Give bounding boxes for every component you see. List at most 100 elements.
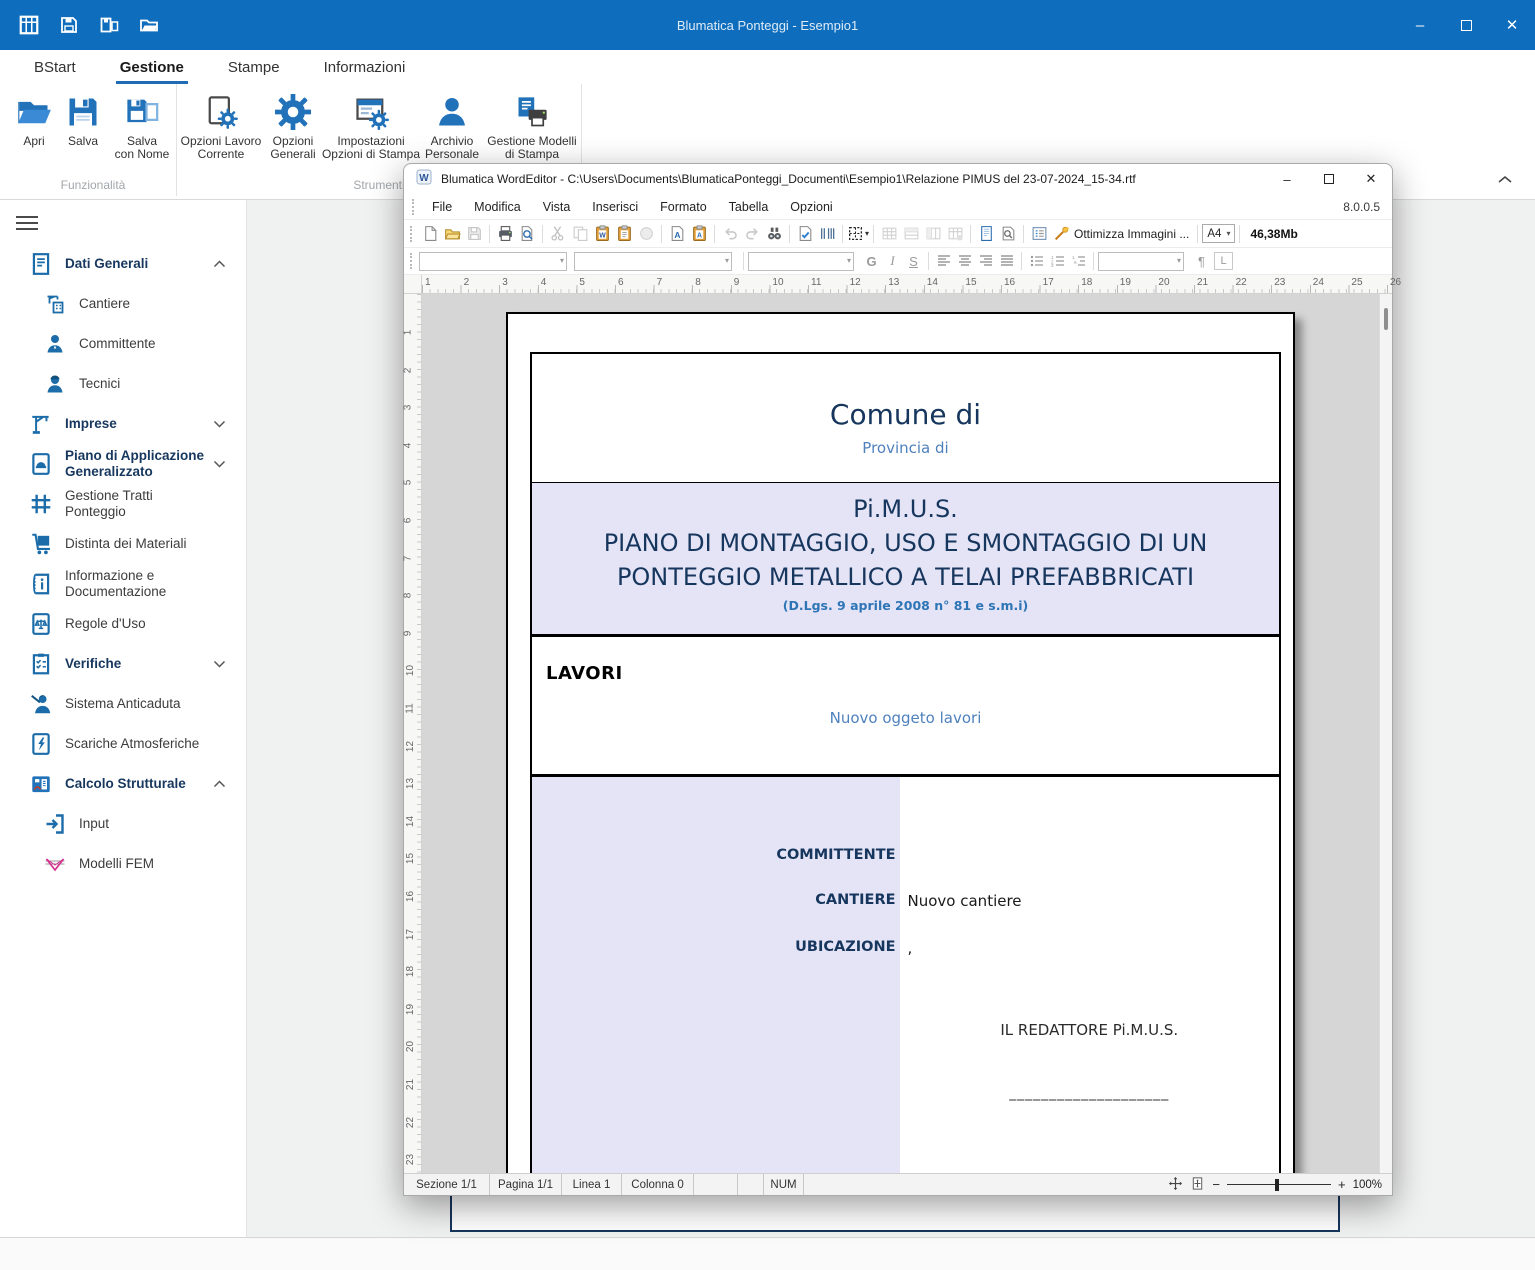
zoom-slider-thumb[interactable]: [1275, 1179, 1279, 1191]
paste-text-icon[interactable]: A: [688, 223, 710, 244]
ribbon-button-apri[interactable]: Apri: [10, 90, 58, 148]
sidebar-item-sistema-anticaduta[interactable]: Sistema Anticaduta: [0, 684, 246, 724]
tab-bstart[interactable]: BStart: [22, 50, 88, 84]
lightning-icon: [28, 732, 54, 756]
borders-icon[interactable]: ▾: [847, 223, 869, 244]
document-page[interactable]: Comune di Provincia di Pi.M.U.S. PIANO D…: [506, 312, 1295, 1173]
menu-file[interactable]: File: [421, 200, 463, 214]
bullet-list-button[interactable]: [1026, 251, 1047, 271]
svg-text:W: W: [599, 233, 606, 240]
scaffold-icon: [28, 492, 54, 516]
pilcrow-button[interactable]: ¶: [1191, 251, 1212, 271]
columns-icon[interactable]: [816, 223, 838, 244]
bold-button[interactable]: G: [861, 251, 882, 271]
ribbon-button-archivio[interactable]: ArchivioPersonale: [421, 90, 483, 161]
l-corner-button[interactable]: L: [1214, 252, 1233, 270]
menu-vista[interactable]: Vista: [532, 200, 582, 214]
ruler-number: 14: [405, 816, 416, 827]
zoom-slider[interactable]: [1227, 1179, 1331, 1191]
menu-modifica[interactable]: Modifica: [463, 200, 532, 214]
wordeditor-close-button[interactable]: ✕: [1350, 164, 1392, 194]
chevron-up-icon[interactable]: [213, 775, 226, 793]
tab-stampe[interactable]: Stampe: [216, 50, 292, 84]
spellcheck-icon[interactable]: [794, 223, 816, 244]
chevron-up-icon[interactable]: [213, 255, 226, 273]
qat-saveas-icon[interactable]: [94, 10, 124, 40]
page-new-icon[interactable]: [419, 223, 441, 244]
hamburger-menu-icon[interactable]: [16, 216, 38, 230]
close-button[interactable]: ✕: [1489, 0, 1535, 50]
wordeditor-minimize-button[interactable]: –: [1266, 164, 1308, 194]
zoom-in-button[interactable]: +: [1338, 1177, 1346, 1192]
insert-text-icon[interactable]: A: [666, 223, 688, 244]
zoom-select[interactable]: [1098, 252, 1184, 271]
sidebar-item-tecnici[interactable]: Tecnici: [0, 364, 246, 404]
chevron-down-icon[interactable]: [213, 655, 226, 673]
ribbon-button-gestione-modelli[interactable]: Gestione Modellidi Stampa: [483, 90, 581, 161]
align-right-button[interactable]: [975, 251, 996, 271]
pimus-line2: PONTEGGIO METALLICO A TELAI PREFABBRICAT…: [532, 560, 1279, 594]
font-size-select[interactable]: [748, 252, 854, 271]
pan-icon[interactable]: [1168, 1176, 1183, 1194]
menu-opzioni[interactable]: Opzioni: [779, 200, 843, 214]
ribbon-collapse-button[interactable]: [1497, 171, 1513, 189]
sidebar-item-calcolo-strutturale[interactable]: Calcolo Strutturale: [0, 764, 246, 804]
sidebar-item-input[interactable]: Input: [0, 804, 246, 844]
menu-formato[interactable]: Formato: [649, 200, 718, 214]
sidebar-item-piano-di-applicazione-generalizzato[interactable]: Piano di Applicazione Generalizzato: [0, 444, 246, 484]
menu-tabella[interactable]: Tabella: [718, 200, 780, 214]
sidebar-item-gestione-tratti-ponteggio[interactable]: Gestione Tratti Ponteggio: [0, 484, 246, 524]
italic-button[interactable]: I: [882, 251, 903, 271]
zoom-page-icon[interactable]: [997, 223, 1019, 244]
align-center-button[interactable]: [954, 251, 975, 271]
align-left-button[interactable]: [933, 251, 954, 271]
pan-page-icon[interactable]: [1190, 1176, 1205, 1194]
open-file-icon[interactable]: [441, 223, 463, 244]
scrollbar-thumb[interactable]: [1384, 308, 1388, 330]
sidebar-item-committente[interactable]: Committente: [0, 324, 246, 364]
menu-inserisci[interactable]: Inserisci: [581, 200, 649, 214]
sidebar-item-cantiere[interactable]: Cantiere: [0, 284, 246, 324]
style-select[interactable]: [419, 252, 567, 271]
tab-gestione[interactable]: Gestione: [108, 50, 196, 84]
ribbon-button-salva[interactable]: Salvacon Nome: [108, 90, 176, 161]
ribbon-button-salva[interactable]: Salva: [58, 90, 108, 148]
sidebar-item-dati-generali[interactable]: Dati Generali: [0, 244, 246, 284]
ribbon-button-opzioni[interactable]: OpzioniGenerali: [265, 90, 321, 161]
app-logo-icon[interactable]: [14, 10, 44, 40]
underline-button[interactable]: S: [903, 251, 924, 271]
sidebar-item-informazione-e-documentazione[interactable]: Informazione e Documentazione: [0, 564, 246, 604]
numbered-list-button[interactable]: 123: [1047, 251, 1068, 271]
paste-word-icon[interactable]: W: [591, 223, 613, 244]
sidebar-item-imprese[interactable]: Imprese: [0, 404, 246, 444]
optimize-wand-icon[interactable]: [1050, 223, 1072, 244]
print-icon[interactable]: [494, 223, 516, 244]
sidebar-item-verifiche[interactable]: Verifiche: [0, 644, 246, 684]
chevron-down-icon[interactable]: [213, 415, 226, 433]
page-layout-icon[interactable]: [975, 223, 997, 244]
chevron-down-icon[interactable]: [213, 455, 226, 473]
zoom-out-button[interactable]: −: [1212, 1177, 1220, 1192]
align-justify-button[interactable]: [996, 251, 1017, 271]
tab-informazioni[interactable]: Informazioni: [312, 50, 418, 84]
sidebar-item-scariche-atmosferiche[interactable]: Scariche Atmosferiche: [0, 724, 246, 764]
sidebar-item-distinta-dei-materiali[interactable]: Distinta dei Materiali: [0, 524, 246, 564]
sidebar-item-modelli-fem[interactable]: Modelli FEM: [0, 844, 246, 884]
page-size-select[interactable]: A4▾: [1202, 224, 1235, 243]
minimize-button[interactable]: –: [1397, 0, 1443, 50]
multilevel-list-button[interactable]: 1.a.: [1068, 251, 1089, 271]
find-icon[interactable]: [763, 223, 785, 244]
ribbon-button-opzioni-lavoro[interactable]: Opzioni LavoroCorrente: [177, 90, 265, 161]
maximize-button[interactable]: [1443, 0, 1489, 50]
qat-save-icon[interactable]: [54, 10, 84, 40]
wordeditor-maximize-button[interactable]: [1308, 164, 1350, 194]
sidebar-item-regole-d-uso[interactable]: Regole d'Uso: [0, 604, 246, 644]
ribbon-button-impostazioni[interactable]: ImpostazioniOpzioni di Stampa: [321, 90, 421, 161]
qat-open-icon[interactable]: [134, 10, 164, 40]
print-preview-icon[interactable]: [516, 223, 538, 244]
properties-icon[interactable]: [1028, 223, 1050, 244]
optimize-images-label[interactable]: Ottimizza Immagini ...: [1074, 227, 1189, 241]
paste-icon[interactable]: [613, 223, 635, 244]
font-select[interactable]: [574, 252, 732, 271]
vertical-scrollbar[interactable]: [1379, 294, 1392, 1173]
